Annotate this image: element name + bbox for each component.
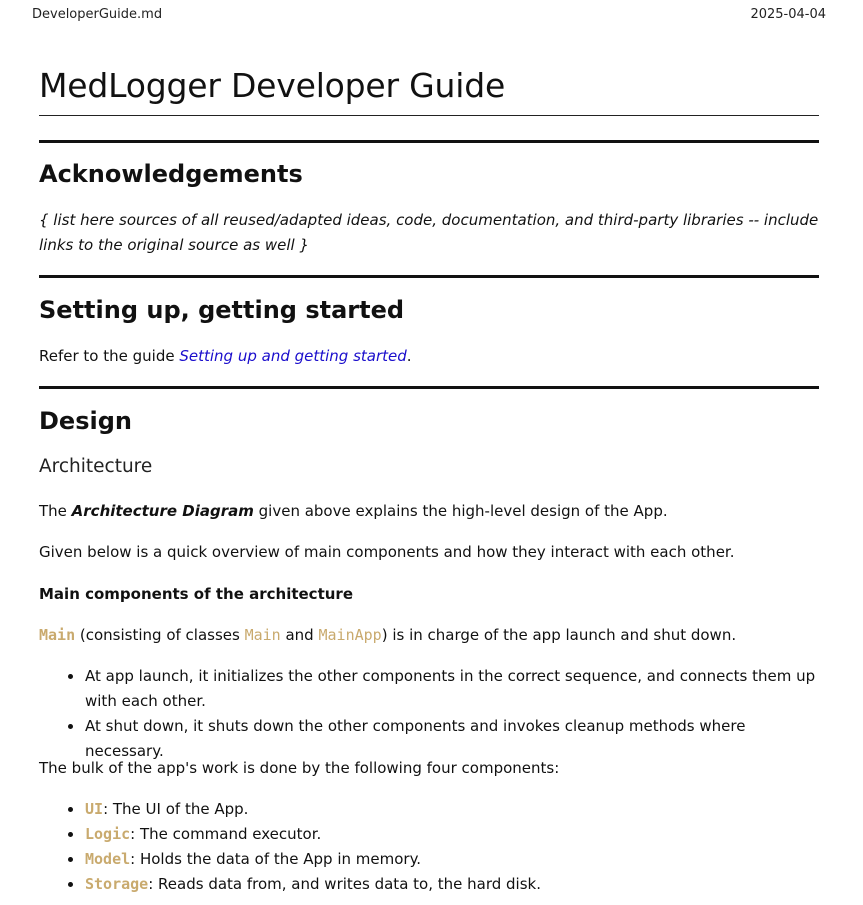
list-item: UI: The UI of the App. — [68, 797, 819, 822]
print-header: DeveloperGuide.md 2025-04-04 — [32, 7, 826, 25]
architecture-heading: Architecture — [39, 456, 153, 477]
bulk-paragraph: The bulk of the app's work is done by th… — [39, 759, 560, 777]
main-components-heading: Main components of the architecture — [39, 585, 353, 603]
setup-heading: Setting up, getting started — [39, 296, 405, 324]
setup-paragraph: Refer to the guide Setting up and gettin… — [39, 344, 819, 369]
file-name: DeveloperGuide.md — [32, 7, 163, 22]
main-text-1: (consisting of classes — [75, 626, 245, 644]
acknowledgements-text: { list here sources of all reused/adapte… — [39, 211, 819, 254]
logic-component-link[interactable]: Logic — [85, 825, 130, 843]
list-item: Storage: Reads data from, and writes dat… — [68, 872, 819, 897]
setup-suffix: . — [406, 347, 412, 365]
components-list: UI: The UI of the App. Logic: The comman… — [39, 797, 819, 897]
arch-suffix: given above explains the high-level desi… — [253, 502, 668, 520]
component-desc: : The UI of the App. — [103, 800, 249, 818]
main-component-link[interactable]: Main — [39, 626, 75, 644]
main-paragraph: Main (consisting of classes Main and Mai… — [39, 623, 819, 648]
main-text-2: and — [280, 626, 319, 644]
mainapp-class-link[interactable]: MainApp — [318, 626, 381, 644]
setup-guide-link[interactable]: Setting up and getting started — [179, 347, 406, 365]
print-date: 2025-04-04 — [750, 7, 826, 22]
list-item: Model: Holds the data of the App in memo… — [68, 847, 819, 872]
model-component-link[interactable]: Model — [85, 850, 130, 868]
list-item: Logic: The command executor. — [68, 822, 819, 847]
page-title: MedLogger Developer Guide — [39, 66, 506, 105]
design-heading: Design — [39, 407, 132, 435]
component-desc: : Holds the data of the App in memory. — [130, 850, 422, 868]
overview-paragraph: Given below is a quick overview of main … — [39, 543, 735, 561]
main-text-3: ) is in charge of the app launch and shu… — [381, 626, 737, 644]
list-item: At app launch, it initializes the other … — [68, 664, 819, 714]
section-divider — [39, 140, 819, 143]
section-divider — [39, 275, 819, 278]
component-desc: : Reads data from, and writes data to, t… — [148, 875, 541, 893]
architecture-diagram-term: Architecture Diagram — [71, 502, 254, 520]
setup-prefix: Refer to the guide — [39, 347, 180, 365]
component-desc: : The command executor. — [130, 825, 322, 843]
main-bullet-list: At app launch, it initializes the other … — [39, 664, 819, 764]
acknowledgements-heading: Acknowledgements — [39, 160, 303, 188]
arch-prefix: The — [39, 502, 72, 520]
storage-component-link[interactable]: Storage — [85, 875, 148, 893]
section-divider — [39, 386, 819, 389]
ui-component-link[interactable]: UI — [85, 800, 103, 818]
main-class-link[interactable]: Main — [245, 626, 281, 644]
architecture-paragraph: The Architecture Diagram given above exp… — [39, 499, 819, 524]
title-divider — [39, 115, 819, 116]
